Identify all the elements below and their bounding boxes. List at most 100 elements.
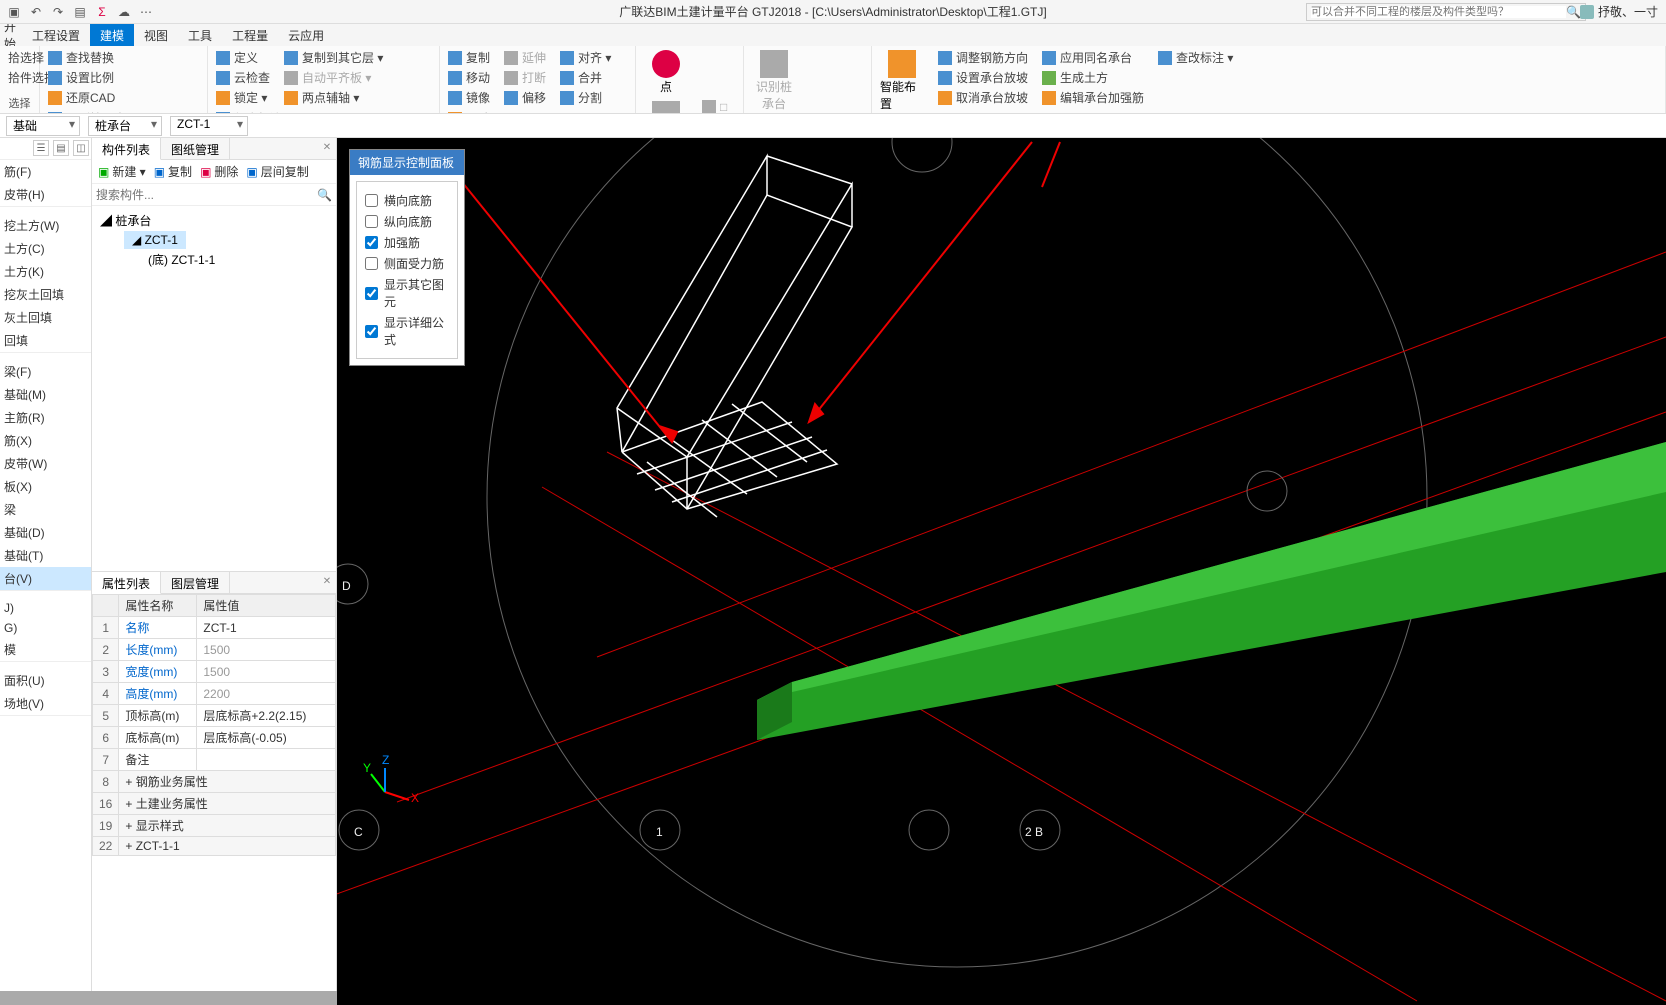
tab-properties[interactable]: 属性列表 xyxy=(92,572,161,594)
help-search[interactable]: 🔍 xyxy=(1306,3,1586,21)
left-item[interactable] xyxy=(0,590,91,598)
left-item[interactable]: 梁(F) xyxy=(0,360,91,383)
sel-category[interactable]: 基础 xyxy=(6,116,80,136)
tab-view[interactable]: 视图 xyxy=(134,24,178,47)
rebar-checkbox-row[interactable]: 横向底筋 xyxy=(365,190,449,211)
left-item[interactable] xyxy=(0,206,91,214)
tab-modeling[interactable]: 建模 xyxy=(90,24,134,47)
rebar-checkbox-row[interactable]: 加强筋 xyxy=(365,232,449,253)
help-search-input[interactable] xyxy=(1311,6,1566,18)
btn-auto-level[interactable]: 自动平齐板 ▾ xyxy=(282,68,385,87)
checkbox[interactable] xyxy=(365,257,378,270)
table-row[interactable]: 5顶标高(m)层底标高+2.2(2.15) xyxy=(93,705,336,727)
btn-extend[interactable]: 延伸 xyxy=(502,48,548,67)
btn-offset[interactable]: 偏移 xyxy=(502,88,548,107)
tab-cloud[interactable]: 云应用 xyxy=(278,24,334,47)
left-item[interactable]: 梁 xyxy=(0,498,91,521)
btn-adjust-rebar-dir[interactable]: 调整钢筋方向 xyxy=(936,48,1030,67)
btn-delete-comp[interactable]: ▣删除 xyxy=(200,163,238,180)
left-item[interactable]: J) xyxy=(0,598,91,618)
user-area[interactable]: 抒敬、一寸 xyxy=(1580,3,1658,20)
left-item[interactable]: 皮带(H) xyxy=(0,183,91,206)
close-icon[interactable]: ✕ xyxy=(320,574,334,588)
redo-icon[interactable]: ↷ xyxy=(50,4,66,20)
btn-mirror[interactable]: 镜像 xyxy=(446,88,492,107)
tree-item-zct1[interactable]: ◢ ZCT-1 xyxy=(124,231,186,249)
nav-btn-2[interactable]: ▤ xyxy=(53,140,69,156)
table-row[interactable]: 2长度(mm)1500 xyxy=(93,639,336,661)
open-icon[interactable]: ▤ xyxy=(72,4,88,20)
btn-break[interactable]: 打断 xyxy=(502,68,548,87)
left-item[interactable]: 场地(V) xyxy=(0,692,91,715)
btn-gen-earthwork[interactable]: 生成土方 xyxy=(1040,68,1146,87)
btn-recognize-cap[interactable]: 识别桩承台 xyxy=(750,48,798,114)
rebar-checkbox-row[interactable]: 显示详细公式 xyxy=(365,312,449,350)
cloud-icon[interactable]: ☁ xyxy=(116,4,132,20)
rebar-display-panel[interactable]: 钢筋显示控制面板 横向底筋纵向底筋加强筋侧面受力筋显示其它图元显示详细公式 xyxy=(349,149,465,366)
table-row[interactable]: 19+ 显示样式 xyxy=(93,815,336,837)
btn-copy-comp[interactable]: ▣复制 xyxy=(154,163,192,180)
btn-two-point-axis[interactable]: 两点辅轴 ▾ xyxy=(282,88,385,107)
checkbox[interactable] xyxy=(365,236,378,249)
search-icon[interactable]: 🔍 xyxy=(1566,5,1581,19)
left-item[interactable]: 台(V) xyxy=(0,567,91,590)
btn-merge[interactable]: 合并 xyxy=(558,68,613,87)
btn-move[interactable]: 移动 xyxy=(446,68,492,87)
btn-copy-layers[interactable]: 复制到其它层 ▾ xyxy=(282,48,385,67)
table-row[interactable]: 7备注 xyxy=(93,749,336,771)
search-icon[interactable]: 🔍 xyxy=(317,188,332,202)
tab-tools[interactable]: 工具 xyxy=(178,24,222,47)
table-row[interactable]: 6底标高(m)层底标高(-0.05) xyxy=(93,727,336,749)
rebar-checkbox-row[interactable]: 纵向底筋 xyxy=(365,211,449,232)
btn-define[interactable]: 定义 xyxy=(214,48,272,67)
tab-quantity[interactable]: 工程量 xyxy=(222,24,278,47)
checkbox[interactable] xyxy=(365,194,378,207)
table-row[interactable]: 22+ ZCT-1-1 xyxy=(93,837,336,856)
tab-project-settings[interactable]: 工程设置 xyxy=(22,24,90,47)
btn-line[interactable]: 直线 xyxy=(642,99,690,114)
component-search-input[interactable] xyxy=(96,188,317,202)
tree-item-zct11[interactable]: (底) ZCT-1-1 xyxy=(148,249,328,270)
btn-rect[interactable]: □ xyxy=(700,99,729,114)
checkbox[interactable] xyxy=(365,325,378,338)
3d-viewport[interactable]: D C 1 2 B xyxy=(337,138,1666,1005)
btn-lock[interactable]: 锁定 ▾ xyxy=(214,88,272,107)
btn-split[interactable]: 分割 xyxy=(558,88,613,107)
btn-smart-layout[interactable]: 智能布置 xyxy=(878,48,926,114)
tab-layer-mgmt[interactable]: 图层管理 xyxy=(161,572,230,593)
left-item[interactable] xyxy=(0,352,91,360)
left-item[interactable] xyxy=(0,715,91,723)
tree-root[interactable]: ◢ 桩承台 xyxy=(100,210,328,231)
btn-restore-cad[interactable]: 还原CAD xyxy=(46,88,117,107)
left-item[interactable]: 基础(T) xyxy=(0,544,91,567)
close-icon[interactable]: ✕ xyxy=(320,140,334,154)
sel-type[interactable]: 桩承台 xyxy=(88,116,162,136)
left-scrollbar[interactable] xyxy=(0,991,92,1005)
table-row[interactable]: 1名称ZCT-1 xyxy=(93,617,336,639)
undo-icon[interactable]: ↶ xyxy=(28,4,44,20)
left-item[interactable]: 面积(U) xyxy=(0,669,91,692)
btn-new[interactable]: ▣新建 ▾ xyxy=(98,163,146,180)
btn-copy[interactable]: 复制 xyxy=(446,48,492,67)
btn-cancel-slope[interactable]: 取消承台放坡 xyxy=(936,88,1030,107)
left-item[interactable]: 筋(X) xyxy=(0,429,91,452)
table-row[interactable]: 8+ 钢筋业务属性 xyxy=(93,771,336,793)
left-item[interactable]: 皮带(W) xyxy=(0,452,91,475)
rebar-checkbox-row[interactable]: 侧面受力筋 xyxy=(365,253,449,274)
left-item[interactable]: 基础(D) xyxy=(0,521,91,544)
left-item[interactable] xyxy=(0,661,91,669)
checkbox[interactable] xyxy=(365,287,378,300)
rebar-checkbox-row[interactable]: 显示其它图元 xyxy=(365,274,449,312)
btn-set-slope[interactable]: 设置承台放坡 xyxy=(936,68,1030,87)
left-item[interactable]: 板(X) xyxy=(0,475,91,498)
left-item[interactable]: 筋(F) xyxy=(0,160,91,183)
left-item[interactable]: 回填 xyxy=(0,329,91,352)
left-item[interactable]: G) xyxy=(0,618,91,638)
more-icon[interactable]: ⋯ xyxy=(138,4,154,20)
btn-check-annotation[interactable]: 查改标注 ▾ xyxy=(1156,48,1235,67)
btn-edit-reinforce[interactable]: 编辑承台加强筋 xyxy=(1040,88,1146,107)
btn-point[interactable]: 点 xyxy=(642,48,690,97)
left-item[interactable]: 基础(M) xyxy=(0,383,91,406)
btn-set-scale[interactable]: 设置比例 xyxy=(46,68,117,87)
save-icon[interactable]: ▣ xyxy=(6,4,22,20)
